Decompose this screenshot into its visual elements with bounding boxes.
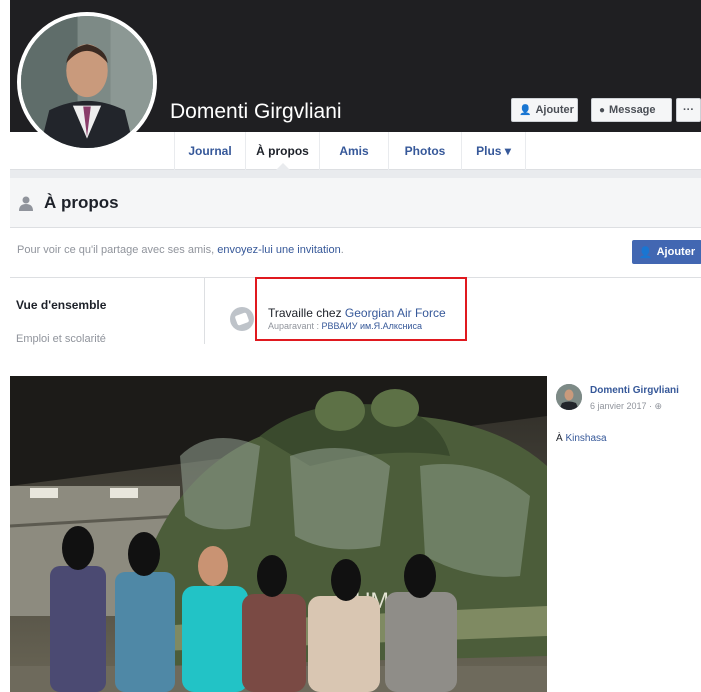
about-title: À propos [44,192,119,212]
add-friend-button[interactable]: 👤 Ajouter [511,98,578,122]
invite-add-label: Ajouter [656,246,696,258]
add-friend-icon: 👤 [519,104,532,116]
nav-work-education[interactable]: Emploi et scolarité [16,333,106,345]
globe-icon: ⊕ [654,401,663,411]
tab-journal[interactable]: Journal [174,132,246,170]
post-author-name[interactable]: Domenti Girgvliani [590,385,679,396]
about-overview: Vue d'ensemble Emploi et scolarité Trava… [10,277,701,348]
post-meta: Domenti Girgvliani 6 janvier 2017 · ⊕ À … [552,376,701,476]
invite-prefix: Pour voir ce qu'il partage avec ses amis… [17,244,218,256]
person-icon [19,196,33,211]
more-options-button[interactable]: ··· [676,98,701,122]
profile-photo [21,16,153,148]
post-author-avatar[interactable] [556,384,582,410]
invite-row: Pour voir ce qu'il partage avec ses amis… [10,228,701,278]
tab-more[interactable]: Plus ▾ [462,132,526,170]
highlight-annotation-box [255,277,467,341]
nav-overview[interactable]: Vue d'ensemble [16,298,106,312]
post-date-text: 6 janvier 2017 · [590,401,655,411]
messenger-icon: ● [599,104,606,116]
post-location: À Kinshasa [556,433,607,444]
profile-name[interactable]: Domenti Girgvliani [170,100,342,124]
overview-divider [204,278,205,344]
add-friend-label: Ajouter [535,104,574,116]
active-tab-indicator [276,163,290,170]
message-label: Message [609,104,656,116]
post-photo[interactable]: ЧНМ 1 [10,376,547,692]
profile-avatar[interactable] [17,12,157,152]
more-options-label: ··· [683,104,694,116]
message-button[interactable]: ● Message [591,98,672,122]
add-friend-icon: 👤 [638,246,653,259]
helicopter-group-photo: ЧНМ 1 [10,376,547,692]
invite-suffix: . [340,244,344,256]
tab-photos[interactable]: Photos [389,132,462,170]
invite-text: Pour voir ce qu'il partage avec ses amis… [17,244,344,256]
briefcase-icon [230,307,254,331]
invite-link[interactable]: envoyez-lui une invitation [217,244,341,256]
author-thumbnail [556,384,582,410]
section-separator [10,170,701,178]
tab-friends[interactable]: Amis [320,132,389,170]
about-header: À propos [10,178,701,228]
invite-add-button[interactable]: 👤 Ajouter [632,240,701,264]
post-date[interactable]: 6 janvier 2017 · ⊕ [590,401,662,412]
location-link[interactable]: Kinshasa [565,433,606,444]
